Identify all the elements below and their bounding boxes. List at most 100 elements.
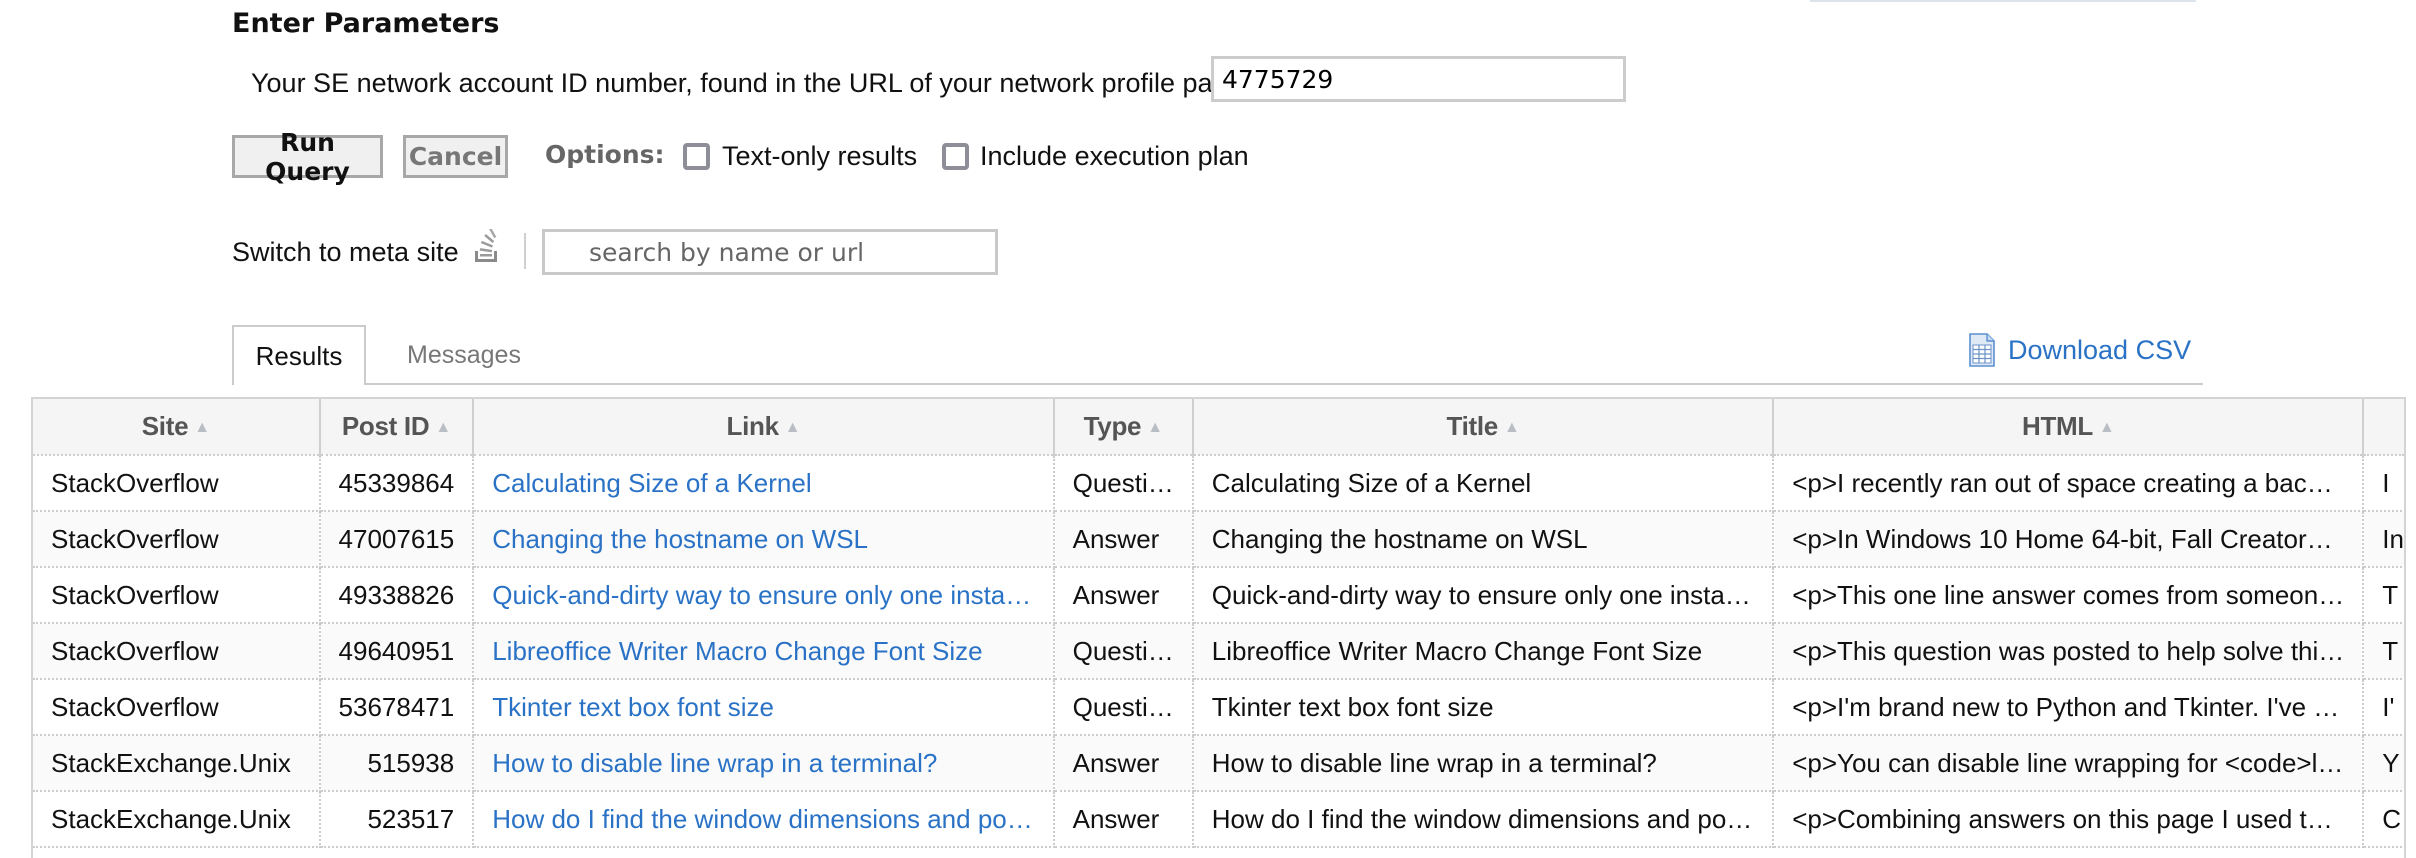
cell-type: Answer <box>1053 511 1194 568</box>
cell-post-id: 515938 <box>319 735 475 792</box>
cell-link: Calculating Size of a Kernel <box>473 455 1055 512</box>
cell-title: How to disable line wrap in a terminal? <box>1192 735 1775 792</box>
cell-site: StackOverflow <box>33 511 321 568</box>
cell-link: How to disable line wrap in a terminal? <box>473 735 1055 792</box>
account-id-input[interactable] <box>1211 56 1626 102</box>
table-row: StackOverflow 49640951 Libreoffice Writer … <box>33 623 2406 680</box>
tab-messages[interactable]: Messages <box>407 341 521 370</box>
cell-html: <p>You can disable line wrapping for <co… <box>1773 735 2365 792</box>
cell-type: Questi… <box>1053 679 1194 736</box>
separator <box>524 233 526 269</box>
cell-title: Changing the hostname on WSL <box>1192 511 1775 568</box>
include-execution-plan-checkbox[interactable] <box>942 143 969 170</box>
cell-title: Calculating Size of a Kernel <box>1192 455 1775 512</box>
include-execution-plan-label[interactable]: Include execution plan <box>980 141 1249 172</box>
spreadsheet-icon <box>1969 333 1995 367</box>
column-header-html[interactable]: HTML ▲ <box>1773 399 2365 456</box>
table-row: StackExchange.Unix 515938 How to disable l… <box>33 735 2406 792</box>
cell-type: Questi… <box>1053 455 1194 512</box>
grid-scroll-edge <box>2404 397 2406 858</box>
cell-post-id: 523517 <box>319 791 475 848</box>
cell-link: Libreoffice Writer Macro Change Font Siz… <box>473 623 1055 680</box>
table-row: StackOverflow 45339864 Calculating Size of… <box>33 455 2406 512</box>
account-id-label: Your SE network account ID number, found… <box>251 68 1251 98</box>
sort-arrow-icon: ▲ <box>1503 419 1520 436</box>
tabs-divider <box>232 383 2203 385</box>
cell-html: <p>This question was posted to help solv… <box>1773 623 2365 680</box>
column-header-type[interactable]: Type ▲ <box>1053 399 1194 456</box>
cell-more: T <box>2363 567 2406 624</box>
cell-site: StackExchange.Unix <box>33 735 321 792</box>
cell-title: Tkinter text box font size <box>1192 679 1775 736</box>
sort-arrow-icon: ▲ <box>435 419 451 436</box>
sort-arrow-icon: ▲ <box>784 419 801 436</box>
cell-post-id: 53678471 <box>319 679 475 736</box>
download-csv-link[interactable]: Download CSV <box>1968 333 2191 367</box>
cell-post-id: 47007615 <box>319 511 475 568</box>
sort-arrow-icon: ▲ <box>1147 419 1163 436</box>
cell-more: In <box>2363 511 2406 568</box>
cell-type: Answer <box>1053 791 1194 848</box>
switch-meta-site-label: Switch to meta site <box>232 237 459 267</box>
table-row: StackOverflow 47007615 Changing the hostna… <box>33 511 2406 568</box>
header-row: Site ▲ Post ID ▲ Link ▲ Type ▲ Title ▲ HTML ▲ <box>33 399 2406 456</box>
cell-html: <p>Combining answers on this page I used… <box>1773 791 2365 848</box>
cell-post-id: 45339864 <box>319 455 475 512</box>
cell-post-id: 49640951 <box>319 623 475 680</box>
tab-results[interactable]: Results <box>232 325 366 385</box>
cell-link: Tkinter text box font size <box>473 679 1055 736</box>
cell-site: StackOverflow <box>33 567 321 624</box>
cell-site: StackExchange.Unix <box>33 791 321 848</box>
cell-title: Quick-and-dirty way to ensure only one i… <box>1192 567 1775 624</box>
cell-html: <p>I'm brand new to Python and Tkinter. … <box>1773 679 2365 736</box>
cancel-button[interactable]: Cancel <box>403 135 508 178</box>
cell-html: <p>In Windows 10 Home 64-bit, Fall Creat… <box>1773 511 2365 568</box>
post-link[interactable]: Changing the hostname on WSL <box>492 524 868 554</box>
cell-more: T <box>2363 623 2406 680</box>
results-table: Site ▲ Post ID ▲ Link ▲ Type ▲ Title ▲ HTML ▲ … <box>33 399 2406 848</box>
cell-more: I' <box>2363 679 2406 736</box>
top-divider <box>1810 0 2196 2</box>
cell-title: How do I find the window dimensions and … <box>1192 791 1775 848</box>
cell-html: <p>I recently ran out of space creating … <box>1773 455 2365 512</box>
cell-more: C <box>2363 791 2406 848</box>
column-header-title[interactable]: Title ▲ <box>1192 399 1775 456</box>
sort-arrow-icon: ▲ <box>2098 419 2115 436</box>
cell-title: Libreoffice Writer Macro Change Font Siz… <box>1192 623 1775 680</box>
results-grid: Site ▲ Post ID ▲ Link ▲ Type ▲ Title ▲ HTML ▲ … <box>31 397 2406 858</box>
table-row: StackOverflow 53678471 Tkinter text box fo… <box>33 679 2406 736</box>
parameters-heading: Enter Parameters <box>232 8 500 39</box>
table-row: StackOverflow 49338826 Quick-and-dirty way… <box>33 567 2406 624</box>
text-only-results-label[interactable]: Text-only results <box>722 141 917 172</box>
site-search-input[interactable] <box>542 229 998 275</box>
post-link[interactable]: How do I find the window dimensions and … <box>492 804 1033 834</box>
column-header-more[interactable] <box>2363 399 2406 456</box>
options-label: Options: <box>545 140 665 169</box>
post-link[interactable]: Tkinter text box font size <box>492 692 774 722</box>
cell-link: Quick-and-dirty way to ensure only one i… <box>473 567 1055 624</box>
cell-type: Questi… <box>1053 623 1194 680</box>
cell-site: StackOverflow <box>33 455 321 512</box>
run-query-button[interactable]: Run Query <box>232 128 383 186</box>
cell-link: Changing the hostname on WSL <box>473 511 1055 568</box>
cell-link: How do I find the window dimensions and … <box>473 791 1055 848</box>
cell-post-id: 49338826 <box>319 567 475 624</box>
cell-type: Answer <box>1053 567 1194 624</box>
cell-more: Y <box>2363 735 2406 792</box>
column-header-link[interactable]: Link ▲ <box>473 399 1055 456</box>
cell-site: StackOverflow <box>33 623 321 680</box>
cell-more: I <box>2363 455 2406 512</box>
cell-type: Answer <box>1053 735 1194 792</box>
cell-html: <p>This one line answer comes from someo… <box>1773 567 2365 624</box>
sort-arrow-icon: ▲ <box>194 419 210 436</box>
cell-site: StackOverflow <box>33 679 321 736</box>
column-header-site[interactable]: Site ▲ <box>33 399 321 456</box>
post-link[interactable]: Calculating Size of a Kernel <box>492 468 811 498</box>
post-link[interactable]: Libreoffice Writer Macro Change Font Siz… <box>492 636 982 666</box>
post-link[interactable]: Quick-and-dirty way to ensure only one i… <box>492 580 1031 610</box>
stackexchange-icon[interactable] <box>472 228 502 263</box>
post-link[interactable]: How to disable line wrap in a terminal? <box>492 748 937 778</box>
column-header-post-id[interactable]: Post ID ▲ <box>319 399 475 456</box>
download-csv-label: Download CSV <box>2008 334 2192 365</box>
text-only-results-checkbox[interactable] <box>683 143 710 170</box>
